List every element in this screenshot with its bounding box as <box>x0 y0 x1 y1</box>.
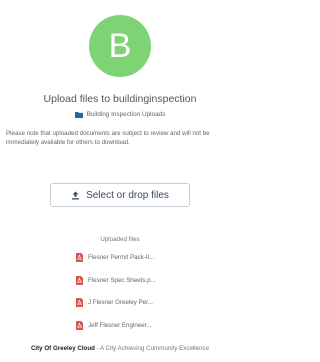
file-item[interactable]: J Flesner Greeley Per... <box>76 297 186 308</box>
select-files-button[interactable]: Select or drop files <box>50 183 190 207</box>
page-title: Upload files to buildinginspection <box>43 93 197 105</box>
upload-notice: Please note that uploaded documents are … <box>6 130 210 146</box>
file-item[interactable]: Flesner Spec Sheets.p... <box>76 275 186 286</box>
pdf-file-icon <box>76 298 83 307</box>
file-name: Jeff Flesner Engineer... <box>88 321 152 329</box>
uploaded-file-list: Flesner Permit Pack-II... Flesner Spec S… <box>76 252 186 342</box>
folder-icon <box>74 112 83 118</box>
avatar: B <box>89 15 151 77</box>
file-name: Flesner Permit Pack-II... <box>88 254 155 261</box>
uploaded-files-heading: Uploaded files <box>100 236 140 243</box>
file-item[interactable]: Jeff Flesner Engineer... <box>76 320 186 331</box>
file-item[interactable]: Flesner Permit Pack-II... <box>76 252 186 263</box>
avatar-letter: B <box>108 26 132 65</box>
footer-tagline: - A City Achieving Community Excellence <box>94 345 210 352</box>
folder-row: Building Inspection Uploads <box>0 111 240 118</box>
footer-org-name: City Of Greeley Cloud <box>30 345 95 352</box>
pdf-file-icon <box>76 275 83 285</box>
file-name: Flesner Spec Sheets.p... <box>88 276 156 284</box>
footer: City Of Greeley Cloud - A City Achieving… <box>0 345 240 352</box>
file-name: J Flesner Greeley Per... <box>88 299 153 306</box>
select-files-label: Select or drop files <box>86 189 169 201</box>
upload-icon <box>72 191 80 199</box>
pdf-file-icon <box>76 253 83 262</box>
folder-name: Building Inspection Uploads <box>86 111 166 118</box>
pdf-file-icon <box>76 320 83 330</box>
